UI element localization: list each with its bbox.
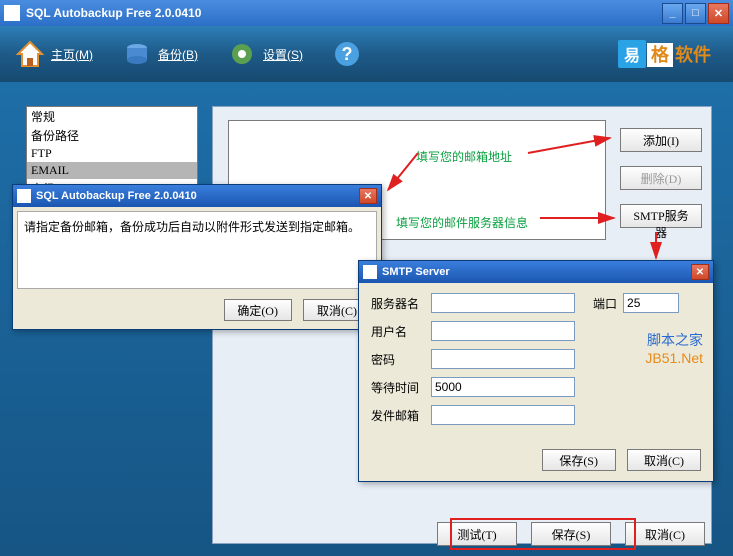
annotation-email-address: 填写您的邮箱地址 <box>416 148 512 165</box>
brand-logo: 易 格软件 <box>618 40 711 68</box>
watermark-line1: 脚本之家 <box>645 330 703 350</box>
port-label: 端口 <box>593 295 617 312</box>
home-label: 主页(M) <box>51 46 93 63</box>
gear-icon <box>226 38 258 70</box>
server-input[interactable] <box>431 293 575 313</box>
logo-ge: 格 <box>647 43 673 67</box>
dialog1-ok-button[interactable]: 确定(O) <box>224 299 292 321</box>
dialog2-title: SMTP Server <box>382 266 450 278</box>
backup-button[interactable]: 备份(B) <box>121 38 198 70</box>
password-input[interactable] <box>431 349 575 369</box>
dialog2-save-button[interactable]: 保存(S) <box>542 449 616 471</box>
sender-input[interactable] <box>431 405 575 425</box>
app-icon <box>4 5 20 21</box>
settings-label: 设置(S) <box>263 46 303 63</box>
user-label: 用户名 <box>371 323 431 340</box>
smtp-server-button[interactable]: SMTP服务器 <box>620 204 702 228</box>
dialog1-close-button[interactable]: ✕ <box>359 188 377 204</box>
sender-label: 发件邮箱 <box>371 407 431 424</box>
tree-item-general[interactable]: 常规 <box>27 107 197 126</box>
logo-yi: 易 <box>618 40 646 68</box>
add-button[interactable]: 添加(I) <box>620 128 702 152</box>
port-input[interactable] <box>623 293 679 313</box>
maximize-button[interactable]: □ <box>685 3 706 24</box>
help-icon: ? <box>331 38 363 70</box>
help-button[interactable]: ? <box>331 38 363 70</box>
home-button[interactable]: 主页(M) <box>14 38 93 70</box>
dialog1-icon <box>17 189 31 203</box>
logo-soft: 软件 <box>675 45 711 65</box>
dialog1-body: 请指定备份邮箱，备份成功后自动以附件形式发送到指定邮箱。 <box>17 211 377 289</box>
delete-button[interactable]: 删除(D) <box>620 166 702 190</box>
tree-item-ftp[interactable]: FTP <box>27 145 197 162</box>
close-button[interactable]: ✕ <box>708 3 729 24</box>
settings-button[interactable]: 设置(S) <box>226 38 303 70</box>
watermark-line2: JB51.Net <box>645 350 703 366</box>
dialog2-titlebar[interactable]: SMTP Server ✕ <box>359 261 713 283</box>
email-info-dialog: SQL Autobackup Free 2.0.0410 ✕ 请指定备份邮箱，备… <box>12 184 382 330</box>
user-input[interactable] <box>431 321 575 341</box>
wait-label: 等待时间 <box>371 379 431 396</box>
dialog1-title: SQL Autobackup Free 2.0.0410 <box>36 190 197 202</box>
home-icon <box>14 38 46 70</box>
svg-text:?: ? <box>342 44 353 64</box>
toolbar: 主页(M) 备份(B) 设置(S) ? 易 格软件 <box>0 26 733 82</box>
dialog2-icon <box>363 265 377 279</box>
tree-item-email[interactable]: EMAIL <box>27 162 197 179</box>
cancel-button[interactable]: 取消(C) <box>625 522 705 546</box>
dialog2-close-button[interactable]: ✕ <box>691 264 709 280</box>
backup-icon <box>121 38 153 70</box>
window-title: SQL Autobackup Free 2.0.0410 <box>26 6 662 20</box>
dialog2-cancel-button[interactable]: 取消(C) <box>627 449 701 471</box>
minimize-button[interactable]: _ <box>662 3 683 24</box>
highlight-box <box>450 518 636 550</box>
wait-input[interactable] <box>431 377 575 397</box>
dialog1-message: 请指定备份邮箱，备份成功后自动以附件形式发送到指定邮箱。 <box>24 220 360 234</box>
server-label: 服务器名 <box>371 295 431 312</box>
watermark: 脚本之家 JB51.Net <box>645 330 703 366</box>
window-buttons: _ □ ✕ <box>662 3 729 24</box>
smtp-dialog: SMTP Server ✕ 服务器名 端口 用户名 密码 等待时间 发件邮箱 保… <box>358 260 714 482</box>
password-label: 密码 <box>371 351 431 368</box>
annotation-smtp-info: 填写您的邮件服务器信息 <box>396 214 528 231</box>
side-buttons: 添加(I) 删除(D) SMTP服务器 <box>620 128 702 228</box>
dialog1-titlebar[interactable]: SQL Autobackup Free 2.0.0410 ✕ <box>13 185 381 207</box>
tree-item-backup-path[interactable]: 备份路径 <box>27 126 197 145</box>
titlebar: SQL Autobackup Free 2.0.0410 _ □ ✕ <box>0 0 733 26</box>
backup-label: 备份(B) <box>158 46 198 63</box>
